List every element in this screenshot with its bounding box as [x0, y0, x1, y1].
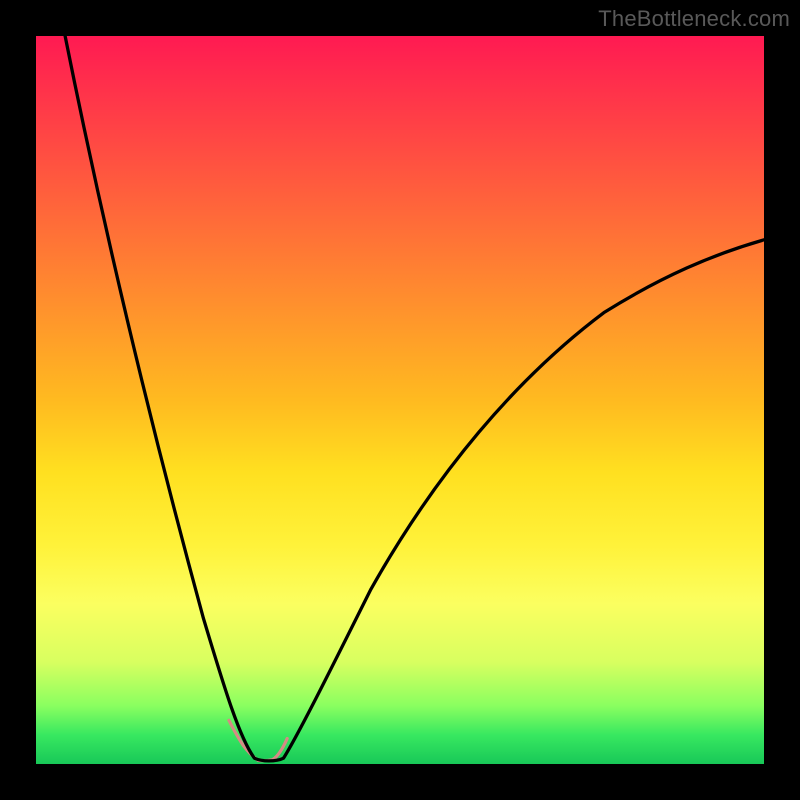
watermark-text: TheBottleneck.com — [598, 6, 790, 32]
curve-layer — [36, 36, 764, 764]
chart-frame: TheBottleneck.com — [0, 0, 800, 800]
bottleneck-curve — [65, 36, 764, 761]
valley-highlight — [229, 720, 287, 760]
plot-area — [36, 36, 764, 764]
